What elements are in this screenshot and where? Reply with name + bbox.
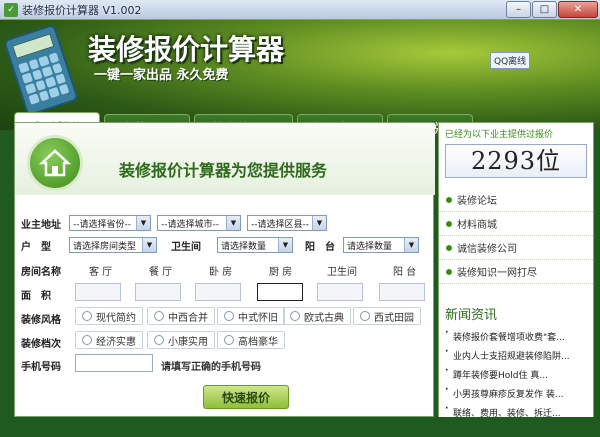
area-input-living[interactable] xyxy=(75,283,121,301)
level-option-luxury[interactable]: 高档豪华 xyxy=(217,331,285,349)
sidebar: 已经为以下业主提供过报价 2293位 装修论坛 材料商城 诚信装修公司 装修知识… xyxy=(438,122,594,422)
chevron-down-icon: ▼ xyxy=(226,216,240,230)
link-knowledge[interactable]: 装修知识一网打尽 xyxy=(439,260,593,284)
city-select[interactable]: --请选择城市-- ▼ xyxy=(157,215,241,231)
chevron-down-icon: ▼ xyxy=(142,238,156,252)
area-input-bathroom[interactable] xyxy=(317,283,363,301)
radio-icon xyxy=(224,311,234,321)
counter-label: 已经为以下业主提供过报价 xyxy=(445,130,554,140)
header-banner: 装修报价计算器 一键一家出品 永久免费 QQ离线 自动报价 家装工具 装修效果图… xyxy=(0,20,600,142)
bathroom-label: 卫生间 xyxy=(171,241,201,253)
news-list: 装修报价套餐增项收费"套... 业内人士支招规避装修陷阱... 蹲年装修要Hol… xyxy=(439,327,593,422)
layout-select[interactable]: 请选择房间类型 ▼ xyxy=(69,237,157,253)
balcony-select[interactable]: 请选择数量 ▼ xyxy=(343,237,419,253)
chevron-down-icon: ▼ xyxy=(136,216,150,230)
app-window: ✓ 装修报价计算器 V1.002 – □ ✕ 装修报价计算器 一键一家出品 永久… xyxy=(0,0,600,437)
room-header-kitchen: 厨 房 xyxy=(269,267,293,278)
news-item[interactable]: 业内人士支招规避装修陷阱... xyxy=(439,346,593,365)
calculator-logo-icon xyxy=(2,23,80,117)
style-option-pastoral[interactable]: 西式田园 xyxy=(353,307,421,325)
chevron-down-icon: ▼ xyxy=(278,238,292,252)
style-label: 装修风格 xyxy=(21,315,61,326)
chevron-down-icon: ▼ xyxy=(404,238,418,252)
window-controls: – □ ✕ xyxy=(506,1,598,18)
style-option-modern[interactable]: 现代简约 xyxy=(75,307,143,325)
area-input-dining[interactable] xyxy=(135,283,181,301)
style-option-european[interactable]: 欧式古典 xyxy=(283,307,351,325)
room-header-bathroom: 卫生间 xyxy=(327,267,357,278)
radio-icon xyxy=(154,335,164,345)
bottom-frame xyxy=(0,417,600,437)
news-title: 新闻资讯 xyxy=(445,308,498,323)
brand-title: 装修报价计算器 xyxy=(88,33,285,66)
province-select[interactable]: --请选择省份-- ▼ xyxy=(69,215,151,231)
link-mall[interactable]: 材料商城 xyxy=(439,212,593,236)
address-label: 业主地址 xyxy=(21,219,61,231)
window-title: 装修报价计算器 V1.002 xyxy=(22,3,142,17)
level-option-standard[interactable]: 小康实用 xyxy=(147,331,215,349)
area-input-balcony[interactable] xyxy=(379,283,425,301)
style-option-fusion[interactable]: 中西合并 xyxy=(147,307,215,325)
phone-label: 手机号码 xyxy=(21,362,61,373)
minimize-button[interactable]: – xyxy=(506,1,531,18)
news-item[interactable]: 小男孩尊麻疹反复发作 装... xyxy=(439,384,593,403)
banner-text: 装修报价计算器为您提供服务 xyxy=(119,161,328,180)
qq-status-button[interactable]: QQ离线 xyxy=(490,52,531,69)
level-label: 装修档次 xyxy=(21,339,61,350)
radio-icon xyxy=(290,311,300,321)
service-banner: 装修报价计算器为您提供服务 xyxy=(15,123,435,195)
quick-quote-button[interactable]: 快速报价 xyxy=(203,385,289,409)
radio-icon xyxy=(82,311,92,321)
counter-value: 2293位 xyxy=(445,144,587,178)
bathroom-select[interactable]: 请选择数量 ▼ xyxy=(217,237,293,253)
app-icon: ✓ xyxy=(4,2,18,17)
room-header-dining: 餐 厅 xyxy=(149,267,173,278)
area-input-bedroom[interactable] xyxy=(195,283,241,301)
radio-icon xyxy=(154,311,164,321)
room-header-living: 客 厅 xyxy=(89,267,113,278)
title-bar: ✓ 装修报价计算器 V1.002 – □ ✕ xyxy=(0,0,600,20)
news-item[interactable]: 装修报价套餐增项收费"套... xyxy=(439,327,593,346)
layout-label: 户 型 xyxy=(21,241,51,253)
radio-icon xyxy=(224,335,234,345)
area-label: 面 积 xyxy=(21,291,51,302)
close-button[interactable]: ✕ xyxy=(558,1,598,18)
quote-panel: 装修报价计算器为您提供服务 业主地址 --请选择省份-- ▼ --请选择城市-- ▼… xyxy=(14,122,435,417)
link-companies[interactable]: 诚信装修公司 xyxy=(439,236,593,260)
level-option-economy[interactable]: 经济实惠 xyxy=(75,331,143,349)
radio-icon xyxy=(82,335,92,345)
area-input-kitchen[interactable] xyxy=(257,283,303,301)
balcony-label: 阳 台 xyxy=(305,241,335,253)
phone-input[interactable] xyxy=(75,354,153,372)
maximize-button[interactable]: □ xyxy=(532,1,557,18)
room-name-label: 房间名称 xyxy=(21,267,61,278)
phone-hint: 请填写正确的手机号码 xyxy=(161,362,261,373)
sidebar-links: 装修论坛 材料商城 诚信装修公司 装修知识一网打尽 xyxy=(439,188,593,284)
chevron-down-icon: ▼ xyxy=(312,216,326,230)
link-forum[interactable]: 装修论坛 xyxy=(439,188,593,212)
room-header-bedroom: 卧 房 xyxy=(209,267,233,278)
room-header-balcony: 阳 台 xyxy=(393,267,417,278)
news-item[interactable]: 蹲年装修要Hold住 真... xyxy=(439,365,593,384)
district-select[interactable]: --请选择区县-- ▼ xyxy=(247,215,327,231)
house-icon xyxy=(27,135,83,191)
radio-icon xyxy=(360,311,370,321)
brand-slogan: 一键一家出品 永久免费 xyxy=(94,68,229,83)
style-option-chinese[interactable]: 中式怀旧 xyxy=(217,307,285,325)
